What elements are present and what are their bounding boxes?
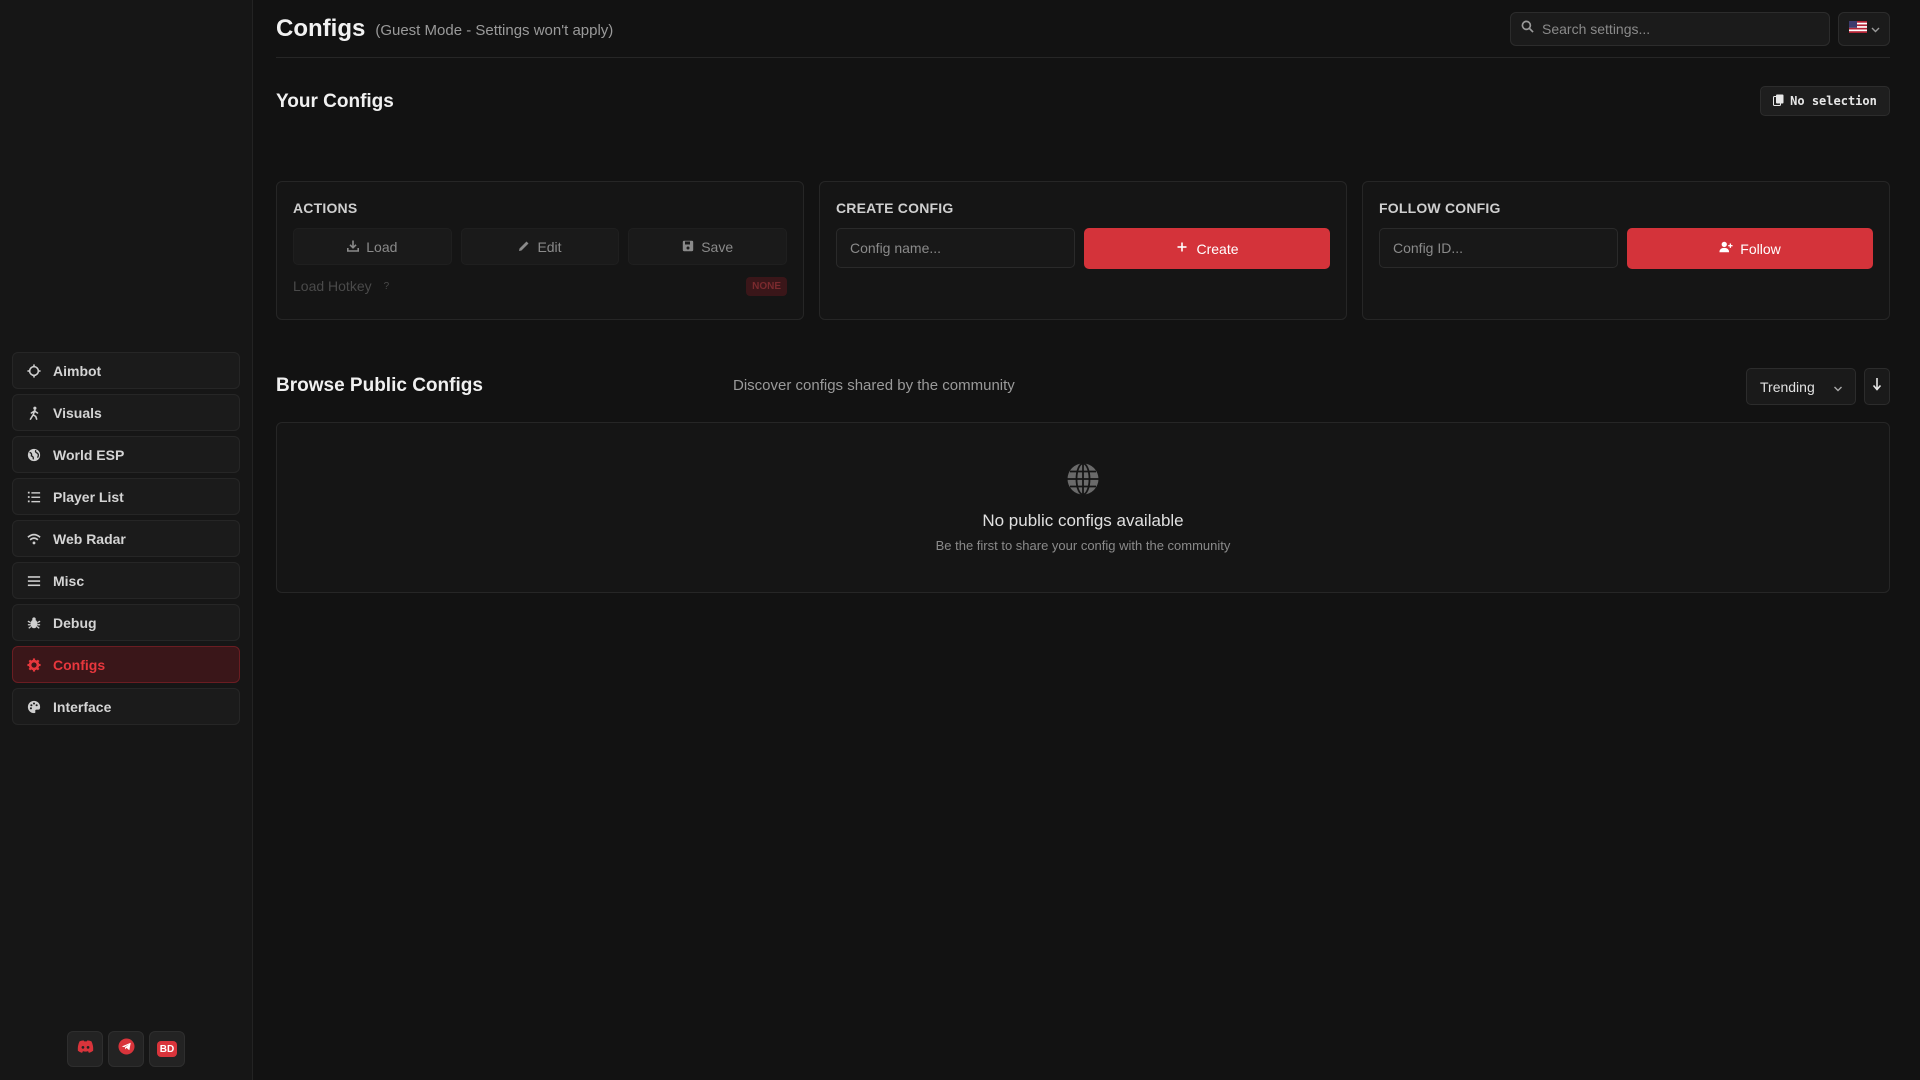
selection-label: No selection [1790,94,1877,108]
load-button[interactable]: Load [293,228,452,265]
chevron-down-icon [1871,20,1880,38]
your-configs-title: Your Configs [276,91,394,112]
edit-button[interactable]: Edit [460,228,620,265]
gear-icon [27,657,41,672]
sort-direction-button[interactable] [1864,368,1890,405]
actions-card: ACTIONS Load Edit Save Load Hotkey ? NON… [276,181,804,320]
search-icon [1521,20,1542,38]
wifi-icon [27,532,41,546]
app-root: Aimbot Visuals World ESP Player List Web… [0,0,1920,1080]
sidebar-item-label: Misc [53,572,85,589]
bd-badge: BD [157,1041,177,1057]
plus-icon [1175,240,1189,257]
globe-icon [1066,462,1100,501]
list-icon [27,490,41,504]
create-label: Create [1196,240,1239,257]
floppy-disk-icon [682,239,694,255]
load-label: Load [366,238,398,255]
sidebar-item-label: Web Radar [53,530,126,547]
public-configs-empty-state: No public configs available Be the first… [276,422,1890,593]
bug-icon [27,616,41,630]
pencil-icon [518,239,530,255]
save-label: Save [701,238,734,255]
discord-icon [77,1038,94,1060]
sidebar-item-web-radar[interactable]: Web Radar [12,520,240,557]
follow-button[interactable]: Follow [1627,228,1873,269]
sidebar-item-debug[interactable]: Debug [12,604,240,641]
crosshair-icon [27,363,41,378]
page-header: Configs (Guest Mode - Settings won't app… [276,0,1890,58]
bd-button[interactable]: BD [149,1031,185,1067]
empty-state-subtitle: Be the first to share your config with t… [935,538,1231,553]
save-button[interactable]: Save [628,228,788,265]
page-title: Configs [276,14,366,42]
sidebar-item-label: Visuals [53,404,102,421]
create-config-card: CREATE CONFIG Create [819,181,1347,320]
user-plus-icon [1719,240,1733,257]
sort-select[interactable]: Trending [1746,368,1856,405]
follow-config-card: FOLLOW CONFIG Follow [1362,181,1890,320]
sidebar-item-label: Aimbot [53,362,102,379]
hotkey-label: Load Hotkey [293,278,372,294]
copy-icon [1773,94,1784,109]
create-button[interactable]: Create [1084,228,1330,269]
person-running-icon [27,406,41,420]
sidebar-item-aimbot[interactable]: Aimbot [12,352,240,389]
arrow-down-icon [1872,377,1882,396]
follow-config-title: FOLLOW CONFIG [1379,200,1501,216]
sidebar-item-label: Interface [53,698,112,715]
selection-badge: No selection [1760,86,1890,116]
sidebar-item-interface[interactable]: Interface [12,688,240,725]
language-selector[interactable] [1838,12,1890,46]
load-hotkey-row: Load Hotkey ? NONE [293,274,787,298]
sidebar-item-visuals[interactable]: Visuals [12,394,240,431]
sidebar-item-label: Player List [53,488,124,505]
follow-label: Follow [1740,240,1781,257]
create-config-title: CREATE CONFIG [836,200,954,216]
sort-value: Trending [1760,378,1815,395]
telegram-button[interactable] [108,1031,144,1067]
browse-subtitle: Discover configs shared by the community [733,377,1015,394]
hotkey-value-button[interactable]: NONE [746,276,787,296]
sidebar: Aimbot Visuals World ESP Player List Web… [0,0,253,1080]
edit-label: Edit [537,238,562,255]
sidebar-item-world-esp[interactable]: World ESP [12,436,240,473]
palette-icon [27,700,41,714]
sidebar-item-player-list[interactable]: Player List [12,478,240,515]
download-icon [347,239,360,255]
sidebar-item-configs[interactable]: Configs [12,646,240,683]
config-id-input[interactable] [1379,228,1618,268]
globe-icon [27,448,41,462]
sidebar-item-misc[interactable]: Misc [12,562,240,599]
us-flag-icon [1848,20,1867,38]
sidebar-item-label: Debug [53,614,97,631]
sidebar-item-label: Configs [53,656,106,673]
empty-state-title: No public configs available [982,511,1184,530]
sidebar-item-label: World ESP [53,446,125,463]
search-input[interactable] [1542,21,1812,37]
menu-icon [27,574,41,588]
search-box[interactable] [1510,12,1830,46]
telegram-icon [117,1038,135,1060]
browse-title: Browse Public Configs [276,375,483,396]
help-icon[interactable]: ? [384,281,390,292]
page-subtitle: (Guest Mode - Settings won't apply) [375,21,614,39]
config-name-input[interactable] [836,228,1075,268]
discord-button[interactable] [67,1031,103,1067]
sidebar-nav: Aimbot Visuals World ESP Player List Web… [12,352,240,730]
main-content: Configs (Guest Mode - Settings won't app… [253,0,1920,1080]
actions-title: ACTIONS [293,200,358,216]
chevron-down-icon [1833,381,1843,397]
social-links: BD [67,1031,185,1067]
